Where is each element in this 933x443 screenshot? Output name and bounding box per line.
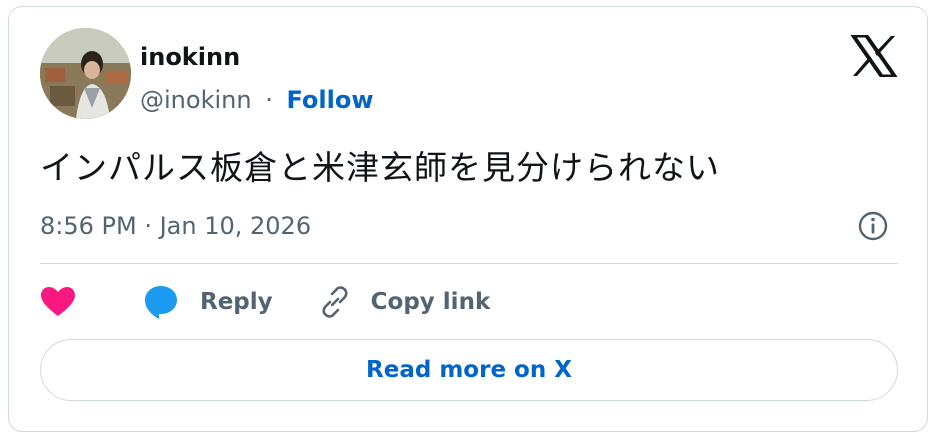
author-handle-row: @inokinn · Follow	[140, 85, 374, 115]
action-bar: Reply Copy link	[40, 282, 490, 322]
speech-bubble-icon	[145, 286, 177, 319]
reply-label: Reply	[200, 289, 273, 315]
avatar-photo	[40, 28, 131, 119]
x-logo-icon[interactable]	[851, 35, 897, 77]
reply-button[interactable]: Reply	[142, 284, 273, 320]
tweet-card: inokinn @inokinn · Follow インパルス板倉と米津玄師を見…	[8, 6, 928, 432]
info-icon[interactable]	[857, 210, 889, 242]
author-handle[interactable]: @inokinn	[140, 86, 252, 114]
divider	[40, 263, 898, 264]
avatar[interactable]	[40, 28, 131, 119]
like-button[interactable]	[40, 286, 76, 318]
handle-separator: ·	[265, 86, 273, 114]
tweet-timestamp[interactable]: 8:56 PM · Jan 10, 2026	[40, 210, 311, 242]
read-more-button[interactable]: Read more on X	[40, 339, 898, 401]
copy-link-label: Copy link	[370, 289, 491, 315]
link-icon	[322, 286, 348, 318]
follow-button[interactable]: Follow	[286, 86, 373, 114]
author-name[interactable]: inokinn	[140, 43, 240, 71]
heart-icon	[41, 287, 75, 316]
copy-link-button[interactable]: Copy link	[317, 284, 491, 320]
tweet-text: インパルス板倉と米津玄師を見分けられない	[40, 148, 720, 187]
